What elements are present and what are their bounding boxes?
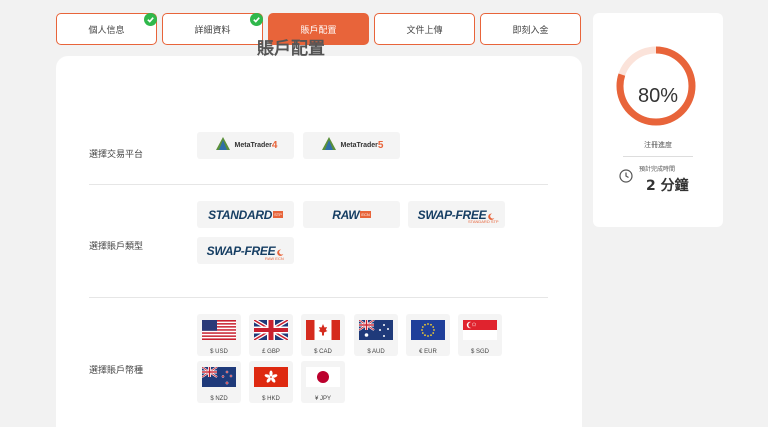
currency-hkd[interactable]: $ HKD: [249, 361, 293, 403]
nz-flag-icon: [201, 366, 236, 391]
eu-flag-icon: [411, 320, 445, 344]
currency-gbp[interactable]: £ GBP: [249, 314, 293, 356]
currency-label: 選擇賬戶幣種: [89, 366, 144, 376]
currency-code: $ HKD: [262, 396, 280, 402]
currency-cad[interactable]: $ CAD: [301, 314, 345, 356]
currency-sgd[interactable]: $ SGD: [458, 314, 502, 356]
currency-nzd[interactable]: $ NZD: [197, 361, 241, 403]
ca-flag-icon: [306, 320, 340, 344]
divider: [89, 297, 548, 298]
metatrader-logo-icon: [214, 136, 232, 156]
divider: [89, 184, 548, 185]
mt5-option[interactable]: MetaTrader 5: [303, 132, 400, 159]
account-type-tag: STP: [273, 211, 283, 218]
account-type-name: RAW: [332, 207, 360, 222]
account-type-tag: RAW ECN: [265, 256, 284, 261]
platform-version: 4: [271, 140, 278, 151]
jp-flag-icon: [306, 367, 340, 391]
currency-usd[interactable]: $ USD: [197, 314, 241, 356]
divider: [623, 156, 693, 157]
clock-icon: [619, 168, 633, 187]
check-icon: [144, 13, 157, 26]
currency-aud[interactable]: $ AUD: [354, 314, 398, 356]
estimate-value: 2 分鐘: [646, 178, 689, 194]
currency-code: $ AUD: [367, 349, 385, 355]
mt4-option[interactable]: MetaTrader 4: [197, 132, 294, 159]
uk-flag-icon: [252, 318, 290, 344]
swap-free-raw-option[interactable]: SWAP-FREE RAW ECN: [197, 237, 294, 264]
estimate-label: 預計完成時間: [639, 166, 676, 173]
progress-label: 注冊進度: [644, 141, 672, 149]
raw-option[interactable]: RAW ECN: [303, 201, 400, 228]
platform-label: 選擇交易平台: [89, 150, 144, 160]
currency-code: £ GBP: [262, 349, 280, 355]
platform-name: MetaTrader: [340, 142, 378, 149]
check-icon: [250, 13, 263, 26]
us-flag-icon: [202, 320, 236, 344]
currency-code: € EUR: [419, 349, 437, 355]
standard-option[interactable]: STANDARD STP: [197, 201, 294, 228]
platform-name: MetaTrader: [234, 142, 272, 149]
hk-flag-icon: [254, 367, 288, 391]
progress-value: 80%: [637, 85, 679, 107]
currency-jpy[interactable]: ¥ JPY: [301, 361, 345, 403]
metatrader-logo-icon: [320, 136, 338, 156]
au-flag-icon: [358, 319, 393, 344]
currency-code: $ CAD: [314, 349, 332, 355]
currency-code: $ USD: [210, 349, 228, 355]
swap-free-standard-option[interactable]: SWAP-FREE STANDARD STP: [408, 201, 505, 228]
currency-eur[interactable]: € EUR: [406, 314, 450, 356]
page-title: 賬戶配置: [257, 39, 325, 59]
sg-flag-icon: [463, 320, 497, 344]
account-type-name: STANDARD: [208, 207, 273, 222]
account-type-tag: ECN: [360, 211, 371, 218]
platform-version: 5: [377, 140, 384, 151]
progress-panel: 80% 注冊進度 預計完成時間 2 分鐘: [593, 13, 723, 227]
account-type-tag: STANDARD STP: [468, 219, 499, 224]
currency-code: $ SGD: [470, 349, 489, 355]
currency-code: $ NZD: [210, 396, 228, 402]
currency-code: ¥ JPY: [314, 396, 331, 402]
account-type-label: 選擇賬戶類型: [89, 242, 144, 252]
